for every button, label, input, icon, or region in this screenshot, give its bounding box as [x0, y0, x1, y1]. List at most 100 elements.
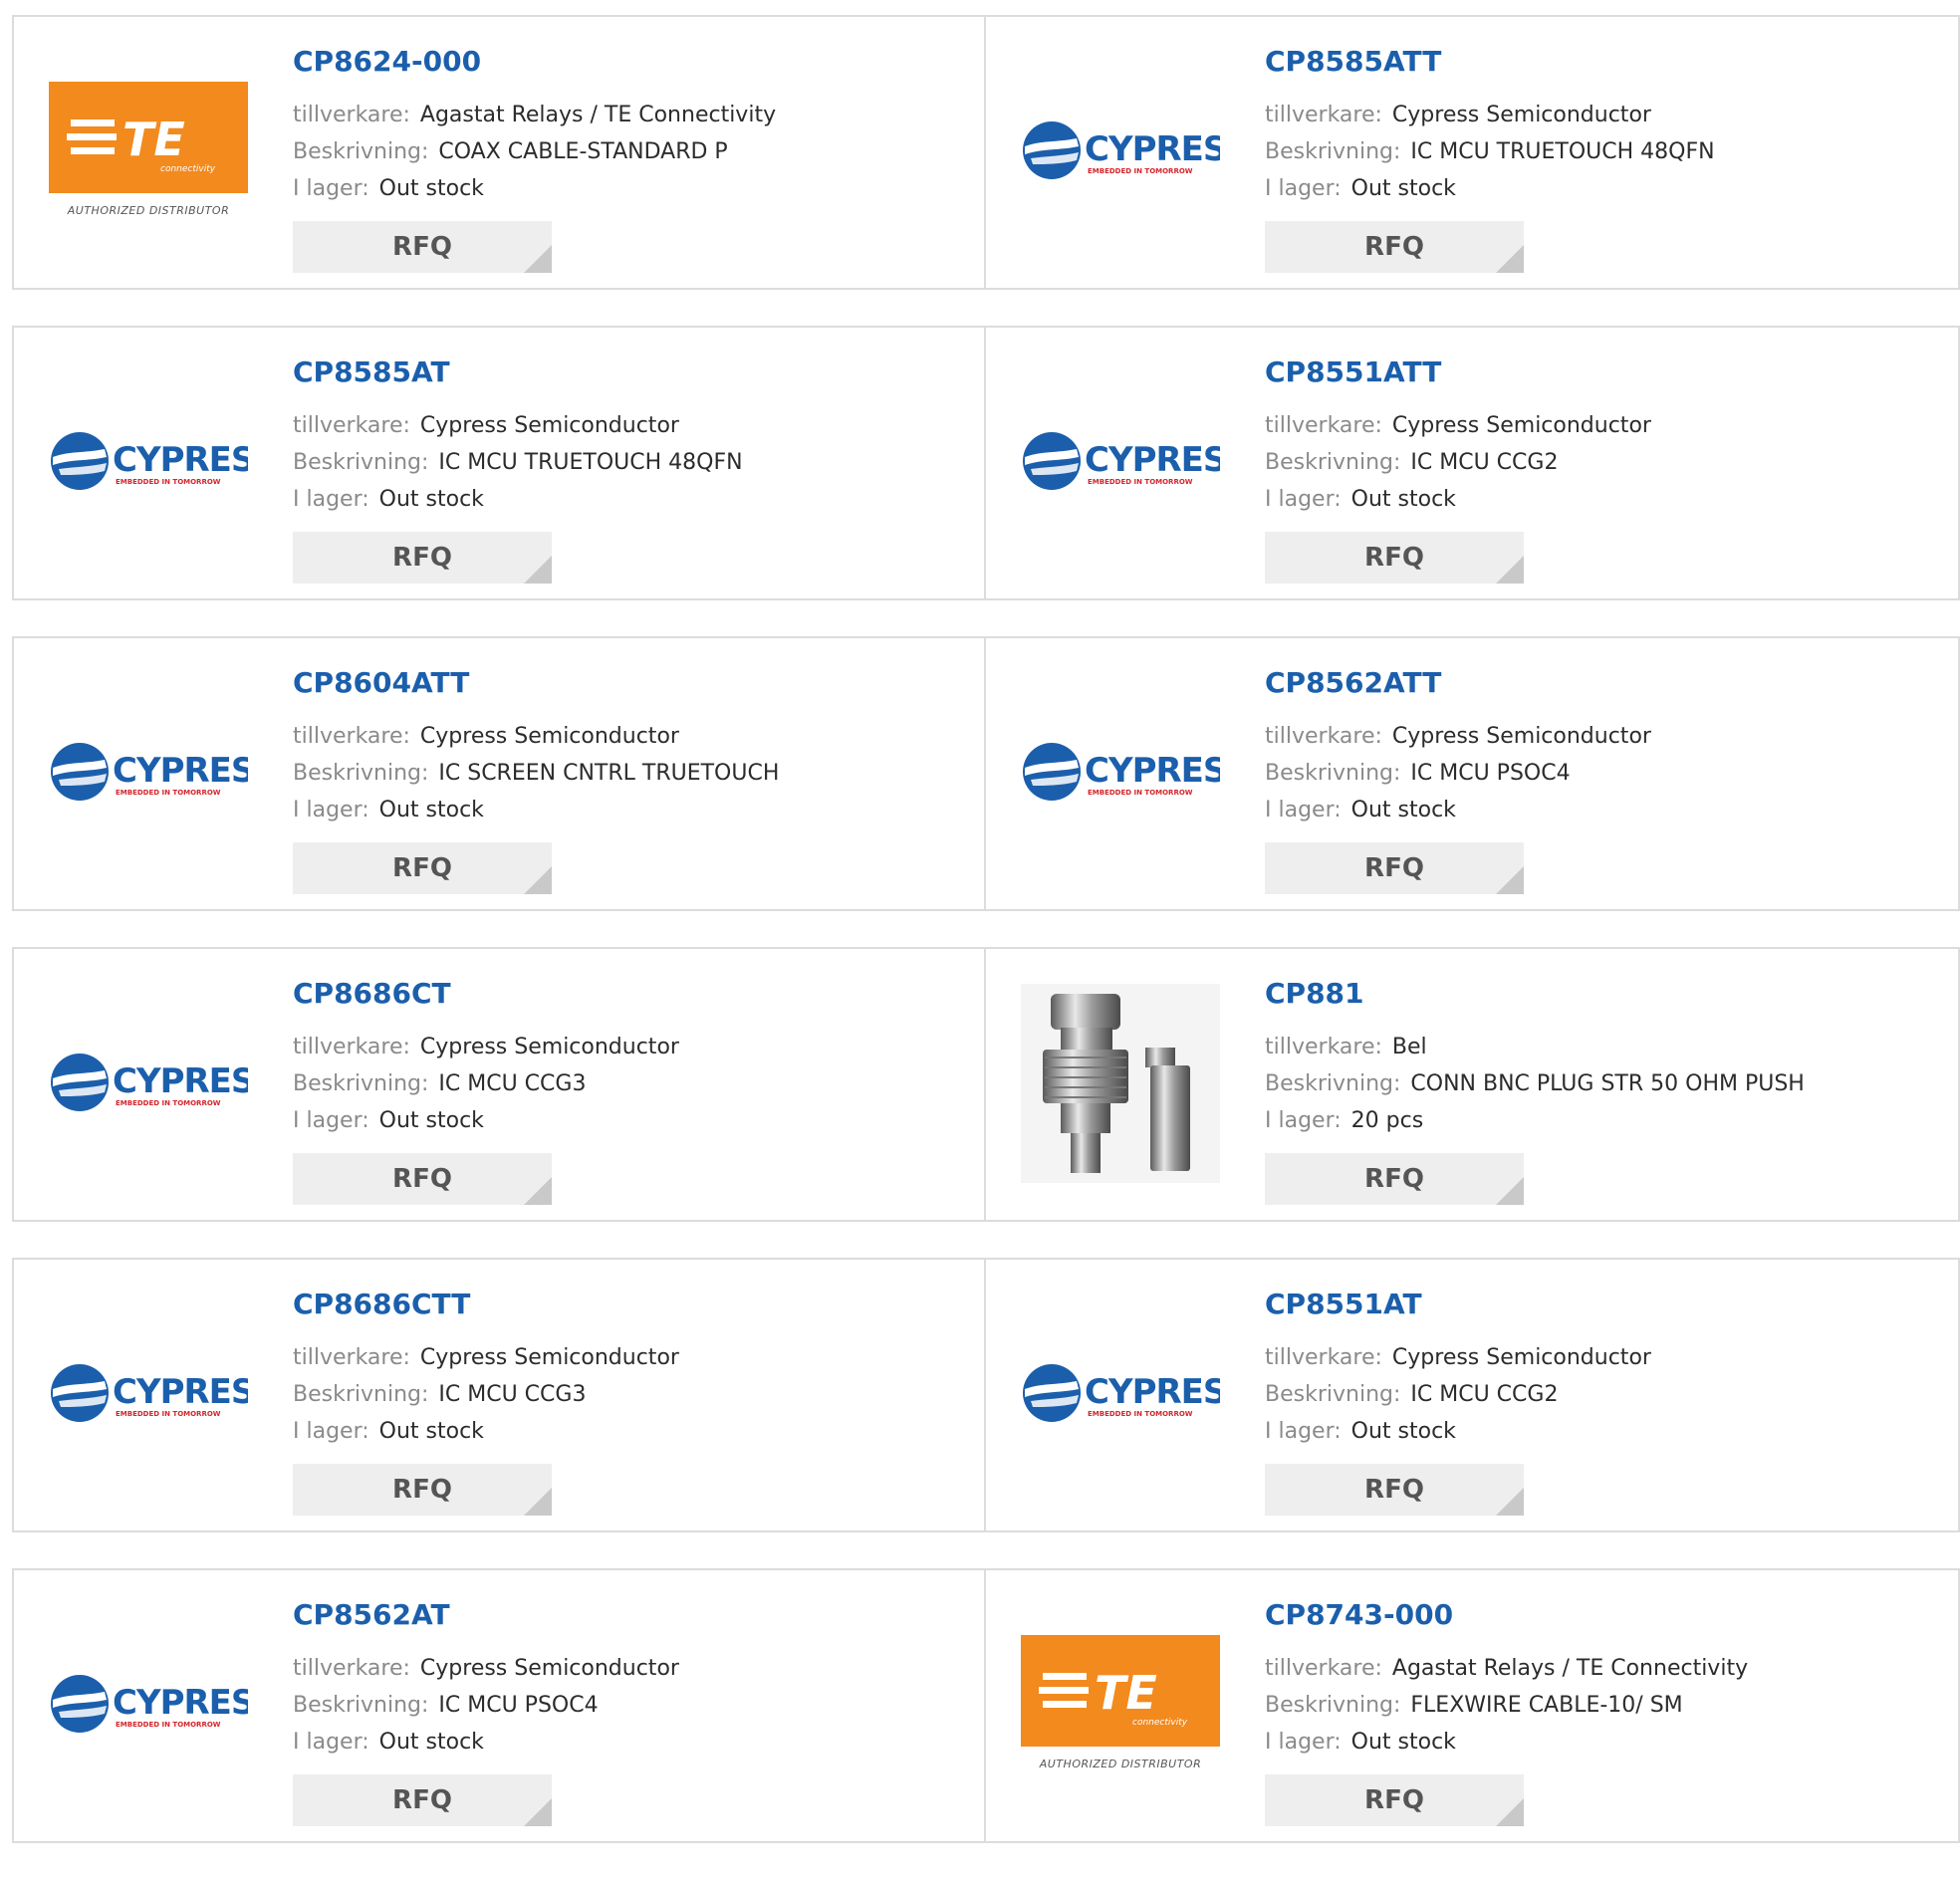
- rfq-button[interactable]: RFQ: [1265, 1774, 1524, 1826]
- manufacturer-value: Agastat Relays / TE Connectivity: [419, 103, 777, 127]
- rfq-button[interactable]: RFQ: [1265, 842, 1524, 894]
- rfq-corner-decoration: [1496, 1177, 1524, 1205]
- rfq-button[interactable]: RFQ: [1265, 1153, 1524, 1205]
- cypress-logo: CYPRESS EMBEDDED IN TOMORROW: [1021, 1359, 1220, 1429]
- product-card: CYPRESS EMBEDDED IN TOMORROW CP8551AT til…: [986, 1258, 1960, 1532]
- rfq-corner-decoration: [1496, 1488, 1524, 1516]
- manufacturer-logo: CYPRESS EMBEDDED IN TOMORROW: [44, 1299, 253, 1489]
- part-number-link[interactable]: CP8604ATT: [293, 666, 779, 700]
- rfq-label: RFQ: [1364, 1475, 1424, 1505]
- stock-line: I lager: Out stock: [293, 481, 743, 518]
- description-value: IC MCU CCG2: [1410, 450, 1559, 475]
- rfq-corner-decoration: [524, 1177, 552, 1205]
- rfq-button[interactable]: RFQ: [1265, 532, 1524, 584]
- product-info: CP8585AT tillverkare: Cypress Semiconducto…: [293, 355, 743, 584]
- product-card: CYPRESS EMBEDDED IN TOMORROW CP8604ATT ti…: [12, 636, 986, 911]
- svg-text:EMBEDDED IN TOMORROW: EMBEDDED IN TOMORROW: [116, 1410, 221, 1418]
- manufacturer-value: Cypress Semiconductor: [1391, 724, 1651, 749]
- product-row: CYPRESS EMBEDDED IN TOMORROW CP8604ATT ti…: [12, 636, 1960, 911]
- product-info: CP8686CTT tillverkare: Cypress Semiconduct…: [293, 1288, 679, 1516]
- rfq-button[interactable]: RFQ: [293, 221, 552, 273]
- stock-line: I lager: Out stock: [293, 1413, 679, 1450]
- rfq-corner-decoration: [524, 556, 552, 584]
- stock-line: I lager: Out stock: [1265, 481, 1651, 518]
- description-value: IC MCU CCG2: [1410, 1382, 1559, 1407]
- rfq-button[interactable]: RFQ: [293, 842, 552, 894]
- manufacturer-label: tillverkare:: [293, 103, 410, 127]
- manufacturer-label: tillverkare:: [1265, 1035, 1382, 1059]
- rfq-button[interactable]: RFQ: [293, 1464, 552, 1516]
- te-connectivity-logo: TE connectivity AUTHORIZED DISTRIBUTOR: [1021, 1635, 1220, 1774]
- manufacturer-line: tillverkare: Cypress Semiconductor: [293, 1650, 679, 1687]
- part-number-link[interactable]: CP8743-000: [1265, 1598, 1748, 1632]
- svg-text:EMBEDDED IN TOMORROW: EMBEDDED IN TOMORROW: [116, 478, 221, 486]
- stock-value: Out stock: [378, 1108, 484, 1133]
- manufacturer-line: tillverkare: Cypress Semiconductor: [293, 1029, 679, 1065]
- rfq-label: RFQ: [392, 853, 452, 883]
- stock-label: I lager:: [1265, 487, 1342, 512]
- part-number-link[interactable]: CP8686CTT: [293, 1288, 679, 1321]
- description-label: Beskrivning:: [293, 761, 429, 786]
- description-value: IC MCU CCG3: [438, 1071, 587, 1096]
- description-value: IC MCU CCG3: [438, 1382, 587, 1407]
- manufacturer-label: tillverkare:: [293, 1656, 410, 1681]
- svg-text:CYPRESS: CYPRESS: [1085, 440, 1220, 480]
- cypress-logo: CYPRESS EMBEDDED IN TOMORROW: [49, 738, 248, 808]
- rfq-button[interactable]: RFQ: [293, 1153, 552, 1205]
- manufacturer-logo: CYPRESS EMBEDDED IN TOMORROW: [44, 989, 253, 1178]
- product-row: TE connectivity AUTHORIZED DISTRIBUTOR C…: [12, 15, 1960, 290]
- part-number-link[interactable]: CP8686CT: [293, 977, 679, 1011]
- rfq-label: RFQ: [392, 1164, 452, 1194]
- part-number-link[interactable]: CP881: [1265, 977, 1805, 1011]
- product-card: TE connectivity AUTHORIZED DISTRIBUTOR C…: [986, 1568, 1960, 1843]
- part-number-link[interactable]: CP8562ATT: [1265, 666, 1651, 700]
- rfq-corner-decoration: [1496, 245, 1524, 273]
- cypress-logo: CYPRESS EMBEDDED IN TOMORROW: [49, 1670, 248, 1740]
- rfq-button[interactable]: RFQ: [1265, 221, 1524, 273]
- stock-label: I lager:: [293, 487, 369, 512]
- manufacturer-logo: CYPRESS EMBEDDED IN TOMORROW: [44, 367, 253, 557]
- product-info: CP8585ATT tillverkare: Cypress Semiconduct…: [1265, 45, 1715, 273]
- description-line: Beskrivning: IC MCU TRUETOUCH 48QFN: [1265, 133, 1715, 170]
- description-label: Beskrivning:: [1265, 1693, 1401, 1718]
- manufacturer-line: tillverkare: Cypress Semiconductor: [1265, 1339, 1651, 1376]
- rfq-label: RFQ: [392, 232, 452, 262]
- manufacturer-label: tillverkare:: [1265, 1656, 1382, 1681]
- stock-label: I lager:: [293, 1730, 369, 1755]
- description-label: Beskrivning:: [293, 450, 429, 475]
- rfq-corner-decoration: [524, 1798, 552, 1826]
- stock-label: I lager:: [293, 1419, 369, 1444]
- svg-text:connectivity: connectivity: [160, 164, 216, 174]
- part-number-link[interactable]: CP8585ATT: [1265, 45, 1715, 79]
- description-line: Beskrivning: IC MCU PSOC4: [293, 1687, 679, 1724]
- product-row: CYPRESS EMBEDDED IN TOMORROW CP8686CT til…: [12, 947, 1960, 1222]
- part-number-link[interactable]: CP8585AT: [293, 355, 743, 389]
- part-number-link[interactable]: CP8624-000: [293, 45, 776, 79]
- manufacturer-value: Bel: [1391, 1035, 1427, 1059]
- part-number-link[interactable]: CP8551ATT: [1265, 355, 1651, 389]
- product-card: CYPRESS EMBEDDED IN TOMORROW CP8562AT til…: [12, 1568, 986, 1843]
- product-card: CYPRESS EMBEDDED IN TOMORROW CP8585AT til…: [12, 326, 986, 600]
- rfq-label: RFQ: [392, 1785, 452, 1815]
- manufacturer-line: tillverkare: Cypress Semiconductor: [293, 1339, 679, 1376]
- svg-text:EMBEDDED IN TOMORROW: EMBEDDED IN TOMORROW: [1088, 1410, 1193, 1418]
- manufacturer-line: tillverkare: Cypress Semiconductor: [1265, 407, 1651, 444]
- description-line: Beskrivning: IC MCU CCG2: [1265, 444, 1651, 481]
- rfq-corner-decoration: [1496, 556, 1524, 584]
- manufacturer-label: tillverkare:: [1265, 724, 1382, 749]
- product-row: CYPRESS EMBEDDED IN TOMORROW CP8562AT til…: [12, 1568, 1960, 1843]
- rfq-label: RFQ: [1364, 1164, 1424, 1194]
- cypress-logo: CYPRESS EMBEDDED IN TOMORROW: [1021, 117, 1220, 186]
- rfq-button[interactable]: RFQ: [293, 532, 552, 584]
- description-label: Beskrivning:: [1265, 450, 1401, 475]
- stock-value: Out stock: [1350, 176, 1456, 201]
- product-card: CYPRESS EMBEDDED IN TOMORROW CP8686CTT ti…: [12, 1258, 986, 1532]
- rfq-button[interactable]: RFQ: [293, 1774, 552, 1826]
- part-number-link[interactable]: CP8551AT: [1265, 1288, 1651, 1321]
- part-number-link[interactable]: CP8562AT: [293, 1598, 679, 1632]
- description-value: CONN BNC PLUG STR 50 OHM PUSH: [1410, 1071, 1805, 1096]
- rfq-button[interactable]: RFQ: [1265, 1464, 1524, 1516]
- description-line: Beskrivning: COAX CABLE-STANDARD P: [293, 133, 776, 170]
- description-value: FLEXWIRE CABLE-10/ SM: [1410, 1693, 1683, 1718]
- stock-value: Out stock: [378, 1419, 484, 1444]
